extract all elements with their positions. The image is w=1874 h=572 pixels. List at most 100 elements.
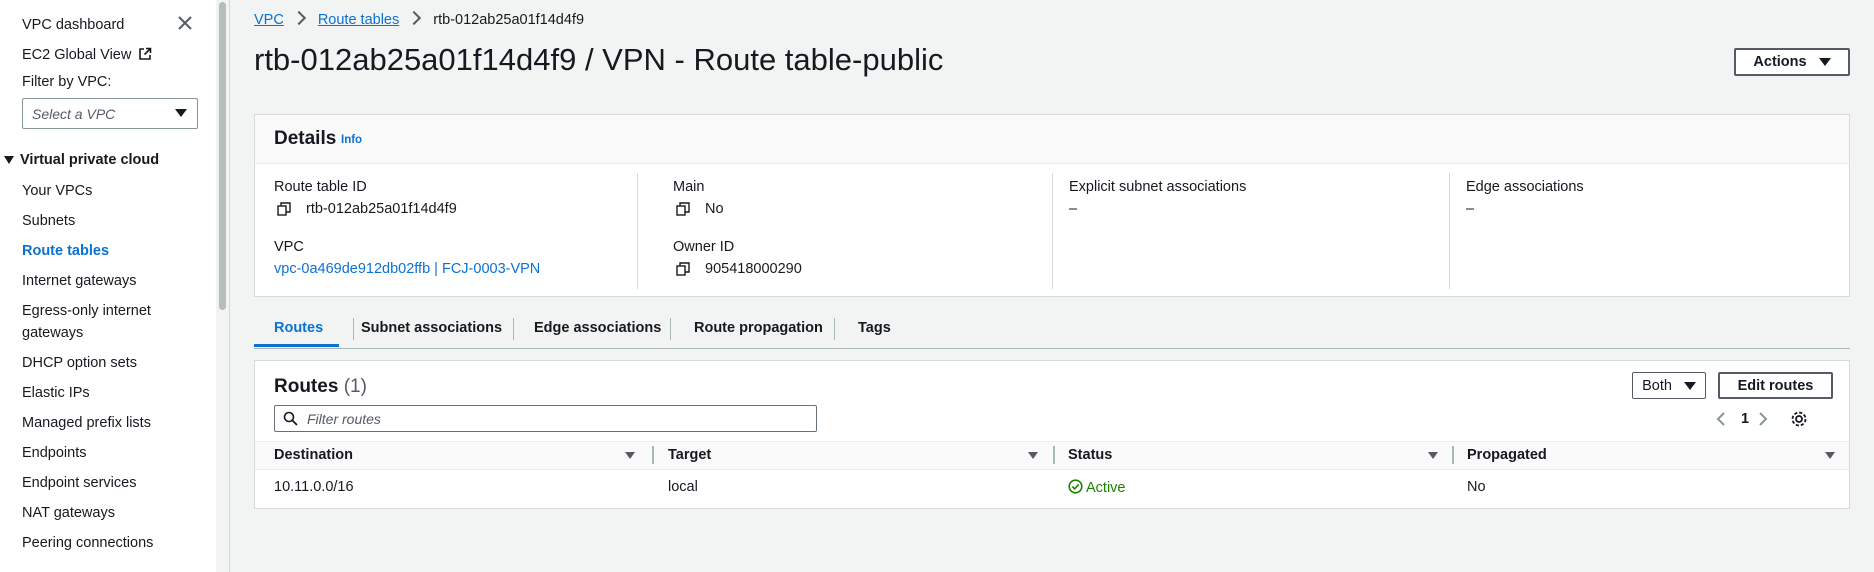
routes-table-header: Destination Target Status Propagated [255,441,1849,470]
chevron-right-icon[interactable] [1757,411,1769,427]
filter-by-vpc-label: Filter by VPC: [22,74,112,90]
filter-routes-placeholder: Filter routes [307,411,381,427]
owner-id-value: 905418000290 [705,261,802,277]
filter-routes-input[interactable]: Filter routes [274,405,817,432]
cell-status: Active [1068,479,1126,496]
section-label: Virtual private cloud [20,152,160,168]
copy-icon[interactable] [277,202,291,216]
caret-down-icon [4,156,14,165]
tab-divider [834,318,835,340]
sidebar-item-managed-prefix-lists[interactable]: Managed prefix lists [22,415,151,431]
breadcrumb-current: rtb-012ab25a01f14d4f9 [433,12,585,28]
actions-button[interactable]: Actions [1734,48,1850,76]
tab-divider [353,318,354,340]
tab-edge-associations[interactable]: Edge associations [534,320,661,336]
column-resizer[interactable] [652,446,654,464]
tab-divider [513,318,514,340]
tab-subnet-associations[interactable]: Subnet associations [361,320,502,336]
owner-id-label: Owner ID [673,239,735,255]
sidebar-item-elastic-ips[interactable]: Elastic IPs [22,385,90,401]
tab-divider [670,318,671,340]
tab-bar: Routes Subnet associations Edge associat… [254,312,1850,349]
details-panel: Details Info Route table ID rtb-012ab25a… [254,114,1850,297]
column-header-target[interactable]: Target [668,447,711,463]
breadcrumb-route-tables[interactable]: Route tables [318,12,399,28]
column-divider [637,173,638,289]
route-table-id-label: Route table ID [274,179,367,195]
route-type-select[interactable]: Both [1632,372,1706,399]
vpc-link[interactable]: vpc-0a469de912db02ffb | FCJ-0003-VPN [274,261,540,277]
chevron-right-icon [407,10,422,26]
column-resizer[interactable] [1053,446,1055,464]
column-divider [1052,173,1053,289]
gear-icon[interactable] [1790,410,1808,428]
cell-destination: 10.11.0.0/16 [274,479,354,495]
column-header-destination[interactable]: Destination [274,447,353,463]
explicit-subnet-associations-value: – [1069,201,1078,217]
sidebar-item-nat-gateways[interactable]: NAT gateways [22,505,115,521]
route-table-id-value: rtb-012ab25a01f14d4f9 [306,201,457,217]
edit-routes-button[interactable]: Edit routes [1718,372,1833,399]
page-title: rtb-012ab25a01f14d4f9 / VPN - Route tabl… [254,42,944,77]
sidebar-item-ec2-global-view[interactable]: EC2 Global View [22,47,152,63]
sidebar-item-vpc-dashboard[interactable]: VPC dashboard [22,17,124,33]
breadcrumb-vpc[interactable]: VPC [254,12,284,28]
caret-down-icon [1683,381,1696,390]
tab-tags[interactable]: Tags [858,320,891,336]
details-title: Details [274,128,337,149]
sidebar-item-route-tables[interactable]: Route tables [22,243,109,259]
route-type-label: Both [1642,377,1672,394]
details-header: Details Info [255,115,1849,164]
status-text: Active [1086,480,1126,496]
external-link-icon [139,47,152,60]
sidebar-item-dhcp-option-sets[interactable]: DHCP option sets [22,355,137,371]
sort-icon[interactable] [1028,452,1038,459]
sidebar-item-endpoints[interactable]: Endpoints [22,445,87,461]
close-icon[interactable] [176,14,194,32]
tab-routes[interactable]: Routes [274,320,323,336]
sidebar-item-egress-only-gateways-line2[interactable]: gateways [22,325,83,341]
pagination-current-page[interactable]: 1 [1741,411,1749,427]
column-divider [1449,173,1450,289]
column-resizer[interactable] [1452,446,1454,464]
main-label: Main [673,179,705,195]
column-header-status[interactable]: Status [1068,447,1112,463]
navigation-sidebar: VPC dashboard EC2 Global View Filter by … [0,0,217,572]
vpc-filter-placeholder: Select a VPC [32,106,116,122]
info-link[interactable]: Info [341,134,362,146]
sort-icon[interactable] [625,452,635,459]
sort-icon[interactable] [1428,452,1438,459]
status-success-icon [1068,479,1083,494]
active-tab-indicator [254,344,339,347]
copy-icon[interactable] [676,262,690,276]
actions-label: Actions [1753,54,1807,70]
sort-icon[interactable] [1825,452,1835,459]
edit-routes-label: Edit routes [1737,377,1814,394]
cell-target: local [668,479,698,495]
section-virtual-private-cloud[interactable]: Virtual private cloud [4,152,159,168]
chevron-right-icon [291,10,306,26]
sidebar-item-internet-gateways[interactable]: Internet gateways [22,273,136,289]
routes-count: (1) [343,376,367,397]
main-content: VPC Route tables rtb-012ab25a01f14d4f9 rtb… [230,0,1874,572]
column-header-propagated[interactable]: Propagated [1467,447,1547,463]
caret-down-icon [1818,58,1831,66]
copy-icon[interactable] [676,202,690,216]
sidebar-item-egress-only-gateways[interactable]: Egress-only internet [22,303,151,319]
sidebar-item-subnets[interactable]: Subnets [22,213,75,229]
chevron-left-icon[interactable] [1715,411,1727,427]
sidebar-scrollbar[interactable] [216,0,230,572]
sidebar-item-your-vpcs[interactable]: Your VPCs [22,183,92,199]
edge-associations-value: – [1466,201,1475,217]
breadcrumb: VPC Route tables rtb-012ab25a01f14d4f9 [254,10,585,28]
search-icon [283,411,298,426]
vpc-filter-select[interactable]: Select a VPC [22,98,198,129]
edge-associations-label: Edge associations [1466,179,1584,195]
routes-title: Routes (1) [274,376,367,398]
routes-title-text: Routes [274,376,339,397]
caret-down-icon [175,109,187,117]
sidebar-item-endpoint-services[interactable]: Endpoint services [22,475,136,491]
sidebar-item-peering-connections[interactable]: Peering connections [22,535,153,551]
tab-route-propagation[interactable]: Route propagation [694,320,823,336]
scrollbar-thumb[interactable] [219,2,226,310]
